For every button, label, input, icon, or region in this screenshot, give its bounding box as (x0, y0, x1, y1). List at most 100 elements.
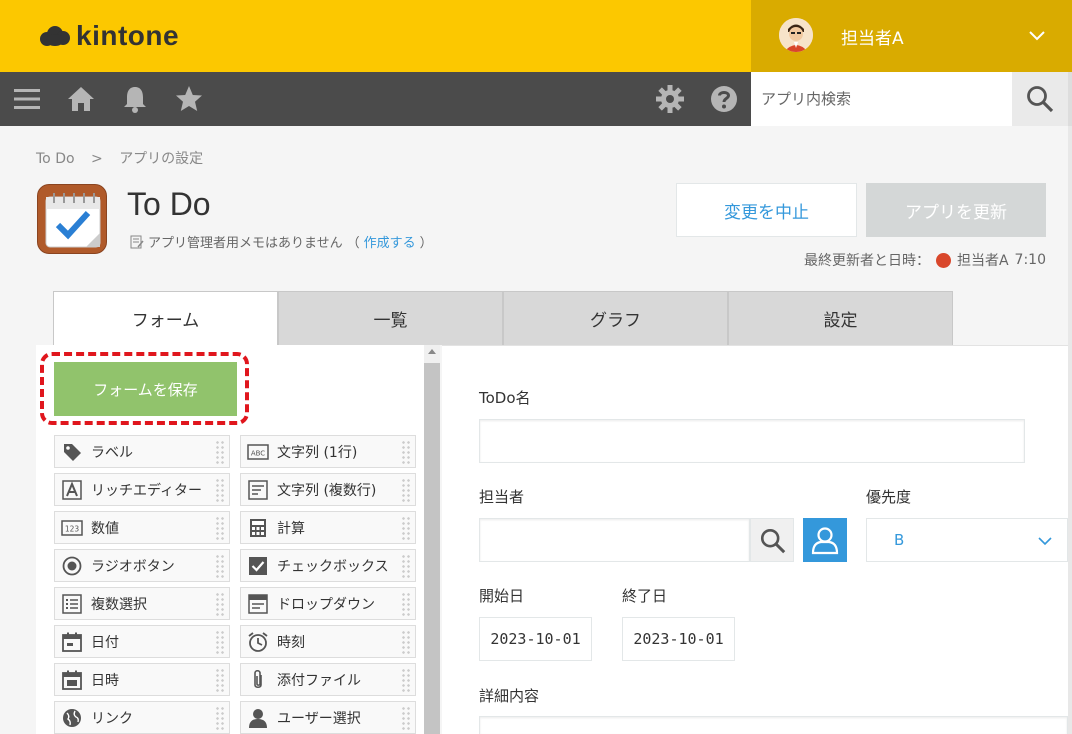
breadcrumb-app[interactable]: To Do (36, 151, 75, 167)
palette-item-text: 時刻 (277, 634, 305, 651)
avatar (779, 18, 813, 52)
tab-graph[interactable]: グラフ (503, 291, 728, 345)
palette-item-radio-button[interactable]: ラジオボタン (54, 549, 230, 582)
breadcrumb-separator: > (91, 151, 103, 167)
radio-icon (61, 555, 83, 577)
create-memo-link[interactable]: 作成する (364, 232, 416, 251)
drag-handle-icon[interactable] (401, 592, 411, 616)
menu-icon[interactable] (12, 84, 42, 114)
palette-item-multi-line-text[interactable]: 文字列 (複数行) (240, 473, 416, 506)
tab-settings[interactable]: 設定 (728, 291, 953, 345)
drag-handle-icon[interactable] (215, 630, 225, 654)
palette-item-text: 日付 (91, 634, 119, 651)
palette-item-checkbox[interactable]: チェックボックス (240, 549, 416, 582)
drag-handle-icon[interactable] (401, 706, 411, 730)
drag-handle-icon[interactable] (401, 516, 411, 540)
drag-handle-icon[interactable] (215, 668, 225, 692)
assignee-user-picker-button[interactable] (803, 518, 847, 562)
palette-item-attachment[interactable]: 添付ファイル (240, 663, 416, 696)
drag-handle-icon[interactable] (215, 440, 225, 464)
palette-item-label[interactable]: ラベル (54, 435, 230, 468)
number-icon: 123 (61, 517, 83, 539)
field-label-priority: 優先度 (866, 488, 912, 506)
gear-icon[interactable] (655, 84, 685, 114)
scroll-up-arrow-icon[interactable] (428, 349, 436, 354)
todo-app-icon (37, 184, 107, 254)
palette-item-user-selection[interactable]: ユーザー選択 (240, 701, 416, 734)
chevron-down-icon (1029, 31, 1045, 41)
app-header: kintone 担当者A (0, 0, 1072, 72)
details-textarea[interactable] (479, 716, 1068, 734)
multiline-icon (247, 479, 269, 501)
end-date-input[interactable]: 2023-10-01 (622, 617, 735, 661)
checkbox-icon (247, 555, 269, 577)
globe-icon (61, 707, 83, 729)
star-icon[interactable] (174, 84, 204, 114)
palette-item-number[interactable]: 123 数値 (54, 511, 230, 544)
bell-icon[interactable] (120, 84, 150, 114)
tab-form[interactable]: フォーム (53, 291, 278, 345)
last-updated-info: 最終更新者と日時： 担当者A 7:10 (804, 250, 1046, 270)
assignee-input[interactable] (479, 518, 750, 562)
update-app-button[interactable]: アプリを更新 (866, 183, 1046, 237)
tag-icon (61, 441, 83, 463)
field-label-todo-name: ToDo名 (479, 389, 531, 407)
dropdown-icon (247, 593, 269, 615)
priority-dropdown[interactable]: B (866, 518, 1068, 562)
drag-handle-icon[interactable] (215, 478, 225, 502)
paperclip-icon (247, 669, 269, 691)
drag-handle-icon[interactable] (215, 516, 225, 540)
memo-paren: ） (419, 236, 433, 251)
breadcrumb: To Do > アプリの設定 (36, 148, 215, 168)
updated-time: 7:10 (1014, 252, 1046, 268)
tab-list[interactable]: 一覧 (278, 291, 503, 345)
drag-handle-icon[interactable] (401, 668, 411, 692)
todo-name-input[interactable] (479, 419, 1025, 463)
start-date-input[interactable]: 2023-10-01 (479, 617, 592, 661)
app-search-input[interactable] (751, 72, 1012, 126)
palette-item-text: ドロップダウン (277, 596, 375, 613)
kintone-logo[interactable]: kintone (38, 20, 179, 52)
palette-item-rich-editor[interactable]: リッチエディター (54, 473, 230, 506)
user-menu[interactable]: 担当者A (751, 0, 1072, 72)
palette-item-calculation[interactable]: 計算 (240, 511, 416, 544)
calculator-icon (247, 517, 269, 539)
palette-item-time[interactable]: 時刻 (240, 625, 416, 658)
home-icon[interactable] (66, 84, 96, 114)
drag-handle-icon[interactable] (401, 478, 411, 502)
cancel-changes-button[interactable]: 変更を中止 (676, 183, 857, 237)
updated-label: 最終更新者と日時： (803, 253, 930, 269)
palette-scrollbar[interactable] (424, 345, 440, 734)
palette-item-text: リッチエディター (91, 482, 203, 499)
drag-handle-icon[interactable] (215, 554, 225, 578)
palette-item-text: 文字列 (複数行) (277, 482, 377, 499)
cloud-logo-icon (38, 24, 72, 48)
field-label-start-date: 開始日 (479, 587, 525, 605)
palette-item-date[interactable]: 日付 (54, 625, 230, 658)
assignee-search-button[interactable] (750, 518, 794, 562)
svg-text:123: 123 (65, 524, 80, 533)
drag-handle-icon[interactable] (401, 630, 411, 654)
palette-item-single-line-text[interactable]: ABC 文字列 (1行) (240, 435, 416, 468)
palette-item-link[interactable]: リンク (54, 701, 230, 734)
chevron-down-icon (1038, 537, 1052, 546)
palette-item-multi-select[interactable]: 複数選択 (54, 587, 230, 620)
palette-item-dropdown[interactable]: ドロップダウン (240, 587, 416, 620)
drag-handle-icon[interactable] (401, 440, 411, 464)
calendar-icon (61, 631, 83, 653)
page-scrollbar[interactable] (1068, 126, 1072, 734)
search-button[interactable] (1012, 72, 1068, 126)
drag-handle-icon[interactable] (401, 554, 411, 578)
help-icon[interactable] (709, 84, 739, 114)
scrollbar-thumb[interactable] (424, 363, 440, 734)
drag-handle-icon[interactable] (215, 592, 225, 616)
priority-selected-value: B (894, 531, 905, 549)
drag-handle-icon[interactable] (215, 706, 225, 730)
palette-item-text: チェックボックス (277, 558, 389, 575)
avatar (935, 252, 951, 268)
search-icon (760, 528, 786, 554)
updated-user[interactable]: 担当者A (957, 250, 1009, 270)
memo-paren: （ (346, 236, 360, 251)
multi-select-icon (61, 593, 83, 615)
palette-item-datetime[interactable]: 日時 (54, 663, 230, 696)
